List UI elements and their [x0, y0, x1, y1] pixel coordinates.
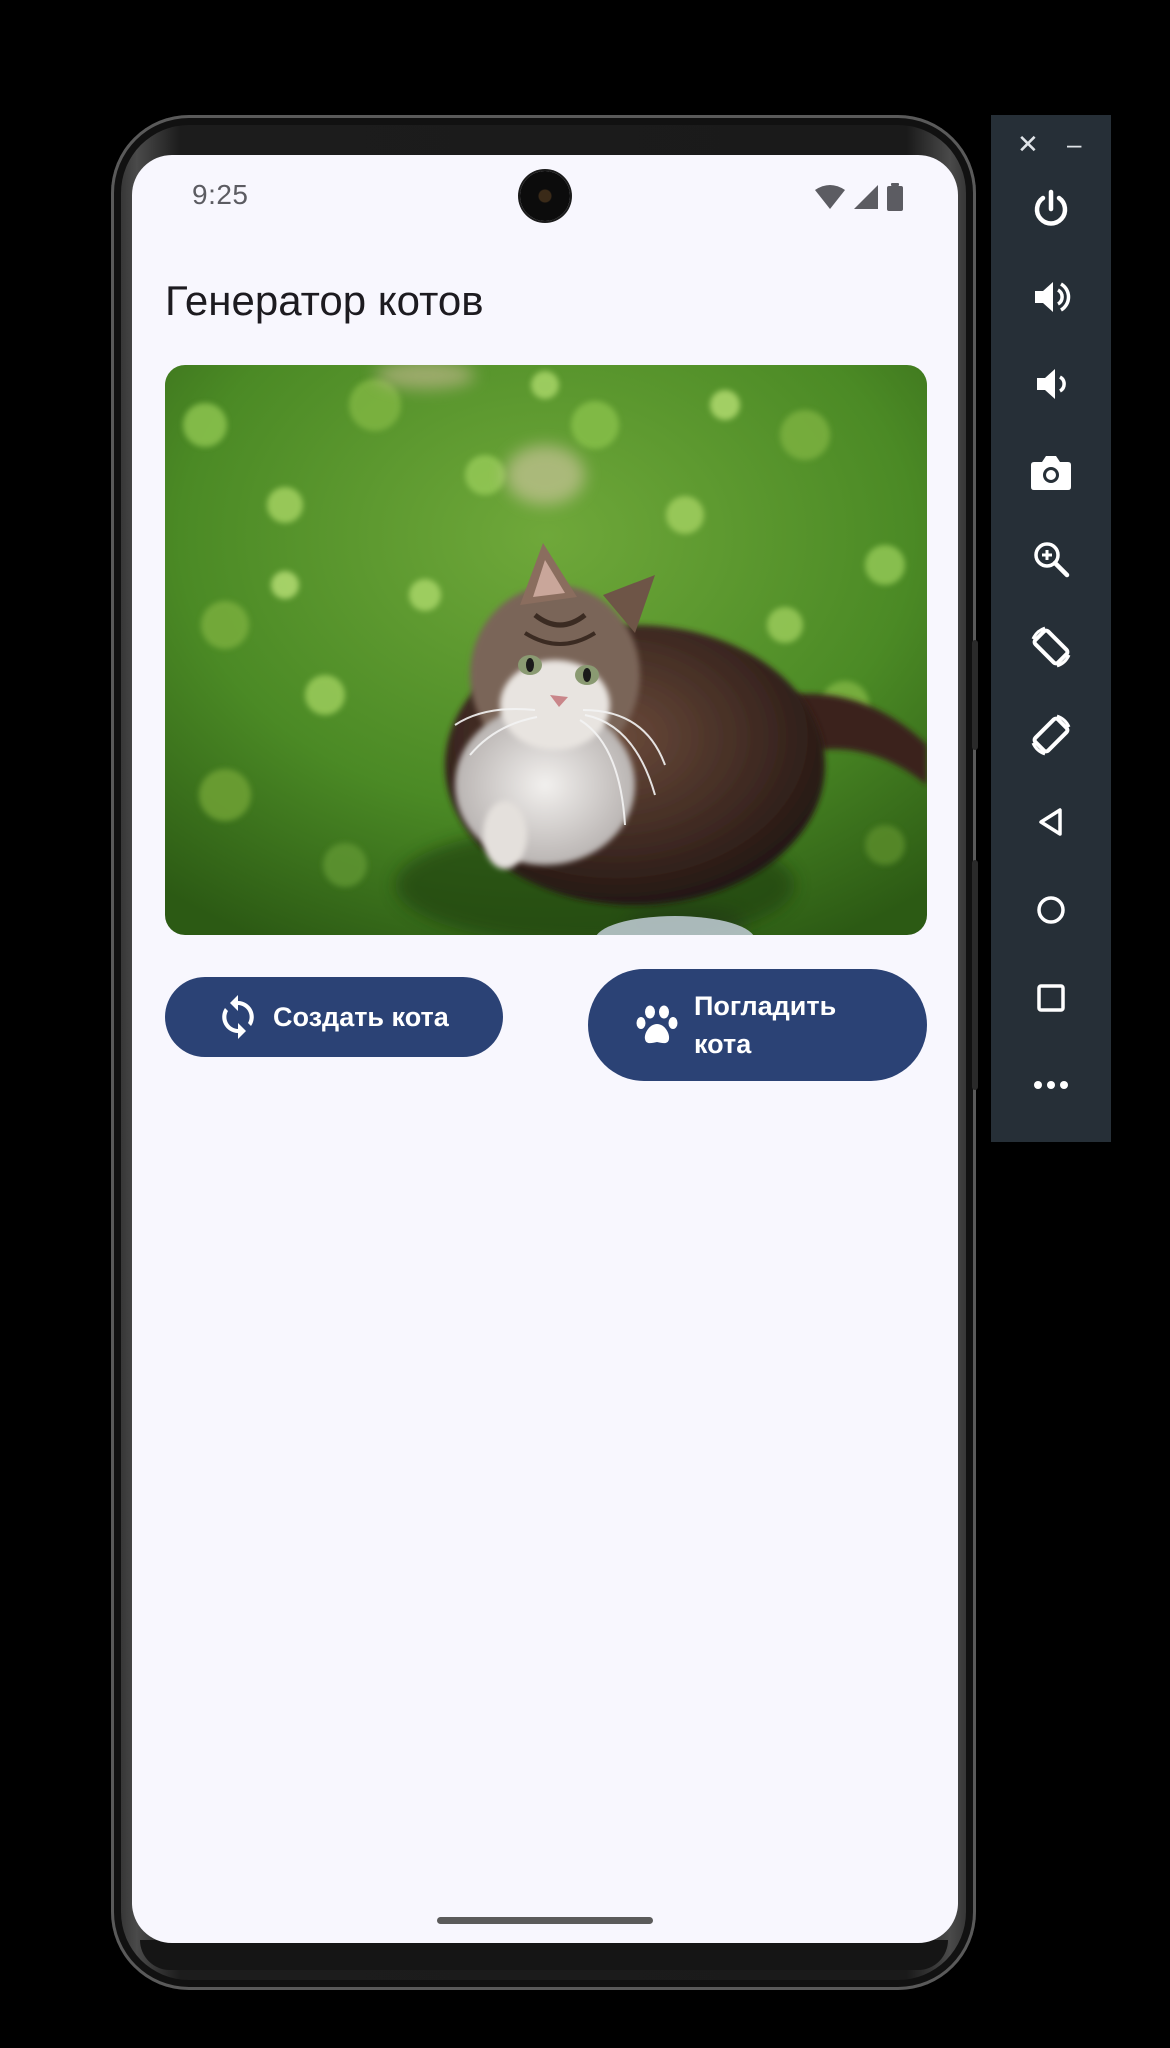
create-cat-label: Создать кота [273, 1001, 449, 1032]
paw-icon [636, 1005, 678, 1044]
rotate-left-icon [1031, 626, 1071, 668]
more-button[interactable] [1019, 1053, 1083, 1117]
emulator-window-controls: ✕ – [991, 129, 1111, 159]
volume-up-button[interactable] [1019, 265, 1083, 329]
volume-down-button[interactable] [1019, 352, 1083, 416]
back-icon [1039, 808, 1062, 836]
camera-icon [1031, 456, 1071, 490]
status-icons [814, 183, 904, 211]
back-button[interactable] [1019, 790, 1083, 854]
cat-image [165, 365, 927, 935]
zoom-icon [1034, 542, 1070, 578]
phone-power-key [972, 640, 978, 750]
more-icon [1034, 1081, 1068, 1089]
rotate-left-button[interactable] [1019, 615, 1083, 679]
pet-cat-label: Погладить кота [694, 991, 837, 1059]
power-icon [1034, 189, 1068, 226]
front-camera [520, 171, 570, 221]
rotate-right-icon [1031, 714, 1071, 756]
emulator-stage: 9:25 Генератор котов Создать кота Поглад… [0, 0, 1170, 2048]
close-icon[interactable]: ✕ [1017, 129, 1039, 159]
zoom-button[interactable] [1019, 527, 1083, 591]
power-button[interactable] [1019, 177, 1083, 241]
phone-bottom-bezel [140, 1940, 948, 1970]
refresh-icon [222, 995, 254, 1039]
pet-cat-button[interactable]: Погладить кота [588, 969, 927, 1081]
page-title: Генератор котов [165, 277, 484, 324]
device-screen: 9:25 Генератор котов Создать кота Поглад… [132, 155, 958, 1943]
emulator-toolbar: ✕ – [991, 115, 1111, 1142]
home-icon [1037, 896, 1065, 924]
home-button[interactable] [1019, 878, 1083, 942]
volume-down-icon [1037, 369, 1066, 399]
rotate-right-button[interactable] [1019, 703, 1083, 767]
phone-volume-key [972, 860, 978, 1090]
volume-up-icon [1035, 282, 1071, 312]
minimize-icon[interactable]: – [1067, 129, 1081, 159]
overview-icon [1037, 984, 1065, 1012]
signal-icon [854, 185, 878, 209]
wifi-icon [815, 185, 845, 209]
status-time: 9:25 [192, 179, 249, 210]
overview-button[interactable] [1019, 966, 1083, 1030]
battery-icon [887, 183, 903, 211]
screenshot-button[interactable] [1019, 440, 1083, 504]
create-cat-button[interactable]: Создать кота [165, 977, 503, 1057]
home-indicator[interactable] [437, 1917, 653, 1924]
